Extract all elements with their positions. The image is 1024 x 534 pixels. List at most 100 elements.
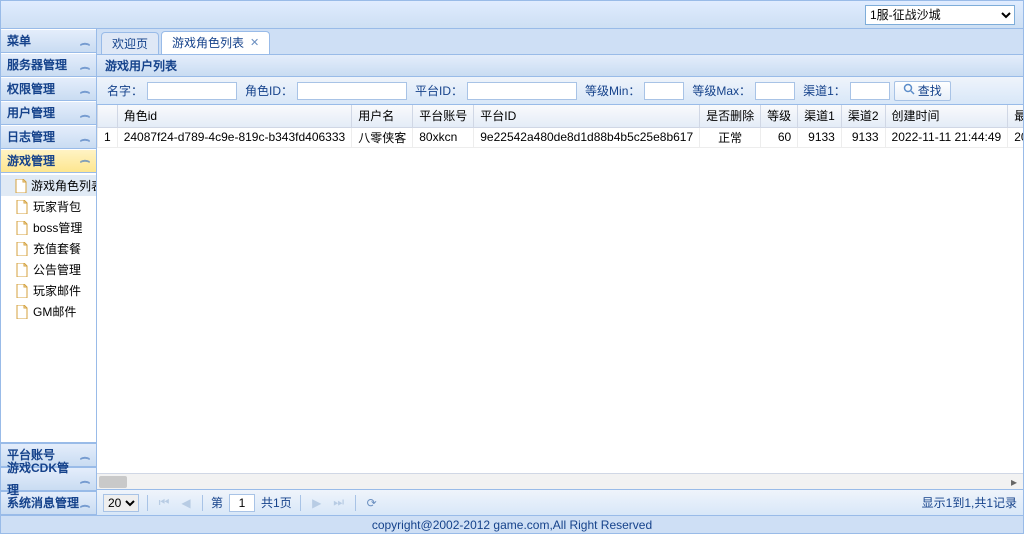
tab[interactable]: 游戏角色列表 ✕: [161, 31, 270, 54]
sidebar-section-menu[interactable]: 菜单︾: [1, 29, 96, 53]
filter-lvmax-input[interactable]: [755, 82, 795, 100]
filter-channel1-input[interactable]: [850, 82, 890, 100]
panel-title: 游戏用户列表: [97, 55, 1023, 77]
tree-item[interactable]: 充值套餐: [1, 238, 96, 259]
table-row[interactable]: 124087f24-d789-4c9e-819c-b343fd406333八零侠…: [98, 127, 1024, 147]
tree-item-label: 玩家邮件: [33, 282, 81, 299]
file-icon: [15, 221, 29, 235]
column-header[interactable]: 平台ID: [474, 105, 700, 127]
server-select[interactable]: 1服-征战沙城: [865, 5, 1015, 25]
column-header[interactable]: 等级: [761, 105, 798, 127]
tree-item-label: 公告管理: [33, 261, 81, 278]
tree-item[interactable]: 玩家邮件: [1, 280, 96, 301]
column-header[interactable]: [98, 105, 118, 127]
tree-item[interactable]: 公告管理: [1, 259, 96, 280]
footer: copyright@2002-2012 game.com,All Right R…: [1, 515, 1023, 533]
filter-bar: 名字： 角色ID： 平台ID： 等级Min： 等级Max： 渠道1： 查找: [97, 77, 1023, 105]
tree-item-label: 充值套餐: [33, 240, 81, 257]
sidebar-section-log[interactable]: 日志管理︾: [1, 125, 96, 149]
sidebar-tree: 游戏角色列表玩家背包 boss管理充值套餐公告管理玩家邮件 GM邮件: [1, 173, 96, 443]
cell: 八零侠客: [352, 127, 413, 147]
column-header[interactable]: 最近登录时间: [1008, 105, 1023, 127]
pager-total-pages: 共1页: [261, 494, 292, 511]
tree-item[interactable]: 玩家背包: [1, 196, 96, 217]
pager-first-icon[interactable]: ⏮: [156, 495, 172, 511]
cell: 9133: [841, 127, 885, 147]
search-button[interactable]: 查找: [894, 81, 951, 101]
sidebar-section-permission[interactable]: 权限管理︾: [1, 77, 96, 101]
file-icon: [15, 305, 29, 319]
cell: 60: [761, 127, 798, 147]
chevron-down-icon: ︾: [80, 472, 90, 485]
tree-item-label: GM邮件: [33, 303, 76, 320]
chevron-down-icon: ︾: [80, 58, 90, 71]
search-icon: [903, 83, 915, 98]
sidebar-section-cdk[interactable]: 游戏CDK管理︾: [1, 467, 96, 491]
tab[interactable]: 欢迎页: [101, 32, 159, 54]
cell: 9e22542a480de8d1d88b4b5c25e8b617: [474, 127, 700, 147]
column-header[interactable]: 是否删除: [700, 105, 761, 127]
topbar: 1服-征战沙城: [1, 1, 1023, 29]
column-header[interactable]: 角色id: [117, 105, 352, 127]
tree-item-label: 玩家背包: [33, 198, 81, 215]
pager-refresh-icon[interactable]: ⟳: [364, 495, 380, 511]
file-icon: [15, 200, 29, 214]
search-button-label: 查找: [918, 82, 942, 99]
filter-channel1-label: 渠道1：: [803, 82, 846, 99]
tabs: 欢迎页 游戏角色列表 ✕: [97, 29, 1023, 55]
file-icon: [15, 263, 29, 277]
close-icon[interactable]: ✕: [250, 33, 259, 53]
sidebar-section-sysmsg[interactable]: 系统消息管理︾: [1, 491, 96, 515]
cell: 2022-11-11 21:44:49: [885, 127, 1008, 147]
chevron-down-icon: ︾: [80, 82, 90, 95]
filter-platid-input[interactable]: [467, 82, 577, 100]
tree-item-label: 游戏角色列表: [31, 177, 96, 194]
file-icon: [15, 242, 29, 256]
filter-lvmax-label: 等级Max：: [692, 82, 751, 99]
sidebar-section-game[interactable]: 游戏管理︽: [1, 149, 96, 173]
sidebar-section-server[interactable]: 服务器管理︾: [1, 53, 96, 77]
column-header[interactable]: 用户名: [352, 105, 413, 127]
column-header[interactable]: 创建时间: [885, 105, 1008, 127]
pager-next-icon[interactable]: ▶: [309, 495, 325, 511]
filter-roleid-input[interactable]: [297, 82, 407, 100]
filter-roleid-label: 角色ID：: [245, 82, 293, 99]
cell: 24087f24-d789-4c9e-819c-b343fd406333: [117, 127, 352, 147]
pager-prev-icon[interactable]: ◀: [178, 495, 194, 511]
pager-last-icon[interactable]: ⏭: [331, 495, 347, 511]
scrollbar-thumb[interactable]: [99, 476, 127, 488]
sidebar: 菜单︾ 服务器管理︾ 权限管理︾ 用户管理︾ 日志管理︾ 游戏管理︽ 游戏角色列…: [1, 29, 97, 515]
tree-item[interactable]: GM邮件: [1, 301, 96, 322]
column-header[interactable]: 渠道1: [798, 105, 842, 127]
data-grid: 角色id用户名平台账号平台ID是否删除等级渠道1渠道2创建时间最近登录时间最近退…: [97, 105, 1023, 473]
filter-lvmin-label: 等级Min：: [585, 82, 640, 99]
filter-lvmin-input[interactable]: [644, 82, 684, 100]
chevron-down-icon: ︾: [80, 130, 90, 143]
pager: 20 ⏮ ◀ 第 共1页 ▶ ⏭ ⟳ 显示1到1,共1记录: [97, 489, 1023, 515]
page-size-select[interactable]: 20: [103, 494, 139, 512]
column-header[interactable]: 平台账号: [413, 105, 474, 127]
cell: 1: [98, 127, 118, 147]
tab-label: 欢迎页: [112, 34, 148, 54]
scroll-right-icon[interactable]: ▸: [1007, 474, 1021, 490]
column-header[interactable]: 渠道2: [841, 105, 885, 127]
cell: 正常: [700, 127, 761, 147]
pager-summary: 显示1到1,共1记录: [922, 494, 1017, 511]
pager-page-input[interactable]: [229, 494, 255, 512]
tree-item-label: boss管理: [33, 219, 82, 236]
filter-name-input[interactable]: [147, 82, 237, 100]
tree-item[interactable]: 游戏角色列表: [1, 175, 96, 196]
sidebar-section-user[interactable]: 用户管理︾: [1, 101, 96, 125]
pager-page-prefix: 第: [211, 494, 223, 511]
chevron-down-icon: ︾: [80, 448, 90, 461]
file-icon: [15, 179, 27, 193]
horizontal-scrollbar[interactable]: ▸: [97, 473, 1023, 489]
tab-label: 游戏角色列表: [172, 33, 244, 53]
filter-platid-label: 平台ID：: [415, 82, 463, 99]
cell: 9133: [798, 127, 842, 147]
chevron-up-icon: ︽: [80, 154, 90, 167]
chevron-down-icon: ︾: [80, 34, 90, 47]
cell: 2022-11-12 13:51:20: [1008, 127, 1023, 147]
tree-item[interactable]: boss管理: [1, 217, 96, 238]
chevron-down-icon: ︾: [80, 106, 90, 119]
